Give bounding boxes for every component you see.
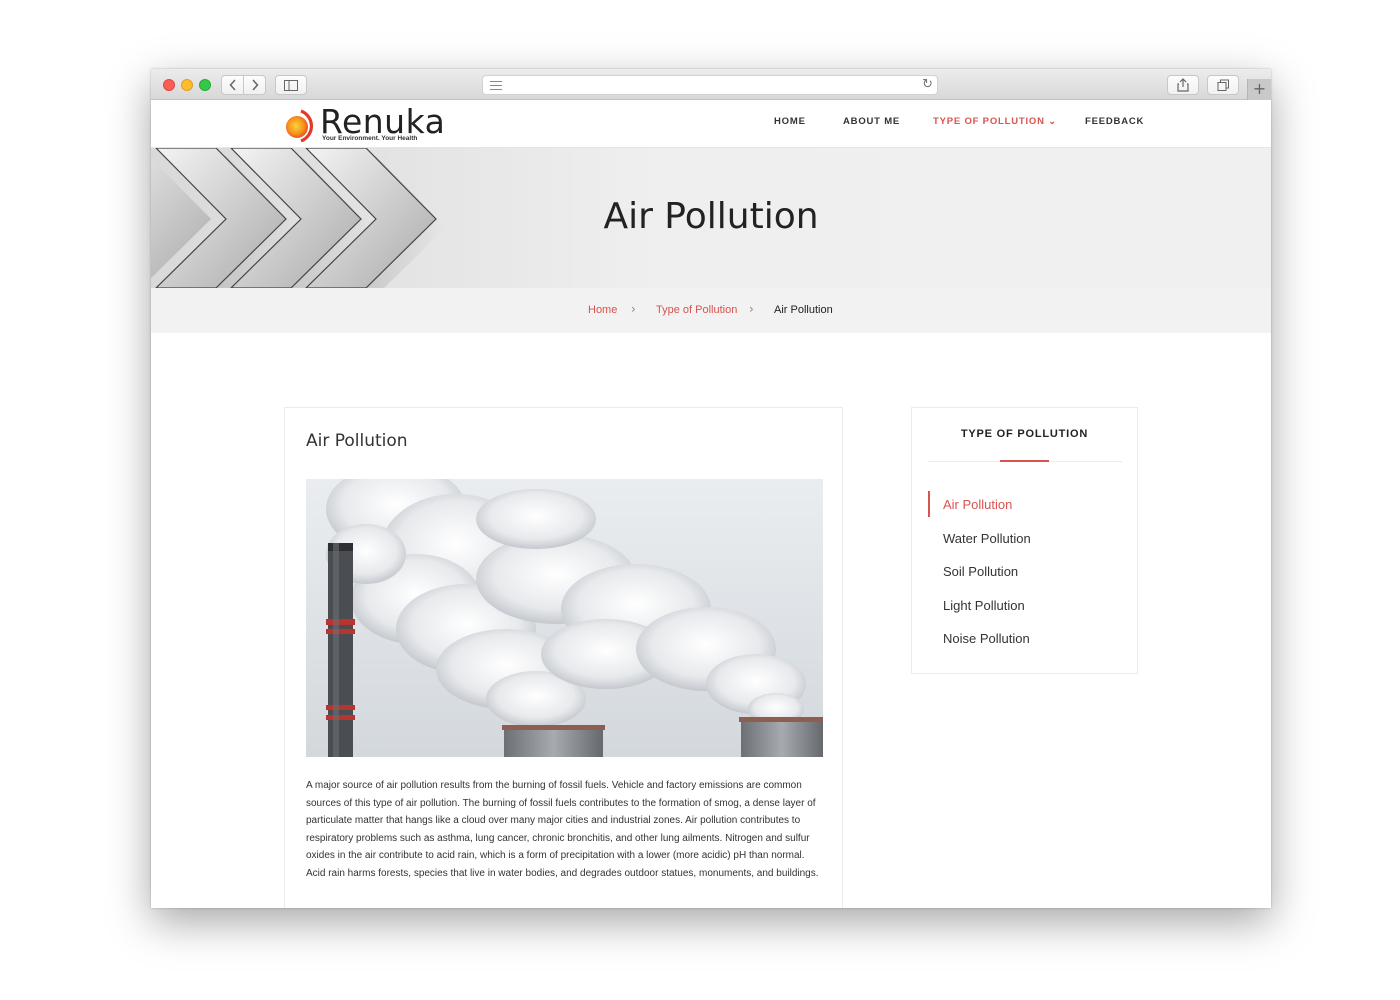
chevron-left-icon bbox=[228, 79, 236, 91]
article-title: Air Pollution bbox=[306, 431, 408, 451]
reload-icon[interactable]: ↻ bbox=[922, 77, 933, 92]
site-logo[interactable]: Renuka Your Environment. Your Health bbox=[283, 102, 445, 146]
chevron-right-icon bbox=[251, 79, 259, 91]
nav-feedback[interactable]: FEEDBACK bbox=[1085, 116, 1144, 127]
logo-tagline: Your Environment. Your Health bbox=[322, 135, 418, 142]
nav-about-me[interactable]: ABOUT ME bbox=[843, 116, 900, 127]
active-item-indicator bbox=[928, 491, 930, 517]
logo-sun-icon bbox=[286, 109, 314, 142]
sidebar-title: TYPE OF POLLUTION bbox=[960, 428, 1089, 440]
sidebar-toggle-button[interactable] bbox=[275, 75, 307, 95]
sidebar-item-light-pollution[interactable]: Light Pollution bbox=[943, 598, 1025, 613]
tabs-overview-button[interactable] bbox=[1207, 75, 1239, 95]
browser-toolbar: ↻ + bbox=[151, 69, 1271, 100]
breadcrumb-separator: › bbox=[749, 302, 754, 316]
nav-type-of-pollution[interactable]: TYPE OF POLLUTION ⌄ bbox=[933, 116, 1057, 127]
page-banner: Air Pollution bbox=[151, 148, 1271, 288]
minimize-window-button[interactable] bbox=[181, 79, 193, 91]
breadcrumb-current: Air Pollution bbox=[774, 304, 833, 316]
zoom-window-button[interactable] bbox=[199, 79, 211, 91]
browser-window: ↻ + Renuka Your Environment. Your Health… bbox=[151, 69, 1271, 908]
site-header: Renuka Your Environment. Your Health HOM… bbox=[151, 100, 1271, 148]
share-button[interactable] bbox=[1167, 75, 1199, 95]
article-card: Air Pollution A major source of air poll… bbox=[284, 407, 843, 908]
close-window-button[interactable] bbox=[163, 79, 175, 91]
sidebar-item-noise-pollution[interactable]: Noise Pollution bbox=[943, 631, 1030, 646]
article-body: A major source of air pollution results … bbox=[306, 780, 819, 879]
sidebar-icon bbox=[284, 79, 298, 91]
new-tab-button[interactable]: + bbox=[1247, 79, 1271, 100]
breadcrumb-separator: › bbox=[631, 302, 636, 316]
factory-smoke-image bbox=[306, 479, 823, 757]
nav-home[interactable]: HOME bbox=[774, 116, 806, 127]
sidebar-accent-underline bbox=[1000, 460, 1049, 462]
sidebar-item-water-pollution[interactable]: Water Pollution bbox=[943, 531, 1031, 546]
page-title: Air Pollution bbox=[603, 196, 819, 237]
share-icon bbox=[1177, 78, 1189, 92]
breadcrumb-home[interactable]: Home bbox=[588, 304, 617, 316]
back-button[interactable] bbox=[221, 75, 244, 95]
reader-icon[interactable] bbox=[490, 81, 502, 90]
breadcrumb-type-of-pollution[interactable]: Type of Pollution bbox=[656, 304, 737, 316]
web-page: Renuka Your Environment. Your Health HOM… bbox=[151, 100, 1271, 908]
address-bar[interactable]: ↻ bbox=[482, 75, 938, 95]
sidebar-item-air-pollution[interactable]: Air Pollution bbox=[943, 497, 1012, 512]
sidebar-item-soil-pollution[interactable]: Soil Pollution bbox=[943, 564, 1018, 579]
tabs-icon bbox=[1217, 79, 1229, 91]
pollution-types-sidebar: TYPE OF POLLUTION Air Pollution Water Po… bbox=[911, 407, 1138, 674]
breadcrumb: Home › Type of Pollution › Air Pollution bbox=[151, 288, 1271, 333]
forward-button[interactable] bbox=[243, 75, 266, 95]
